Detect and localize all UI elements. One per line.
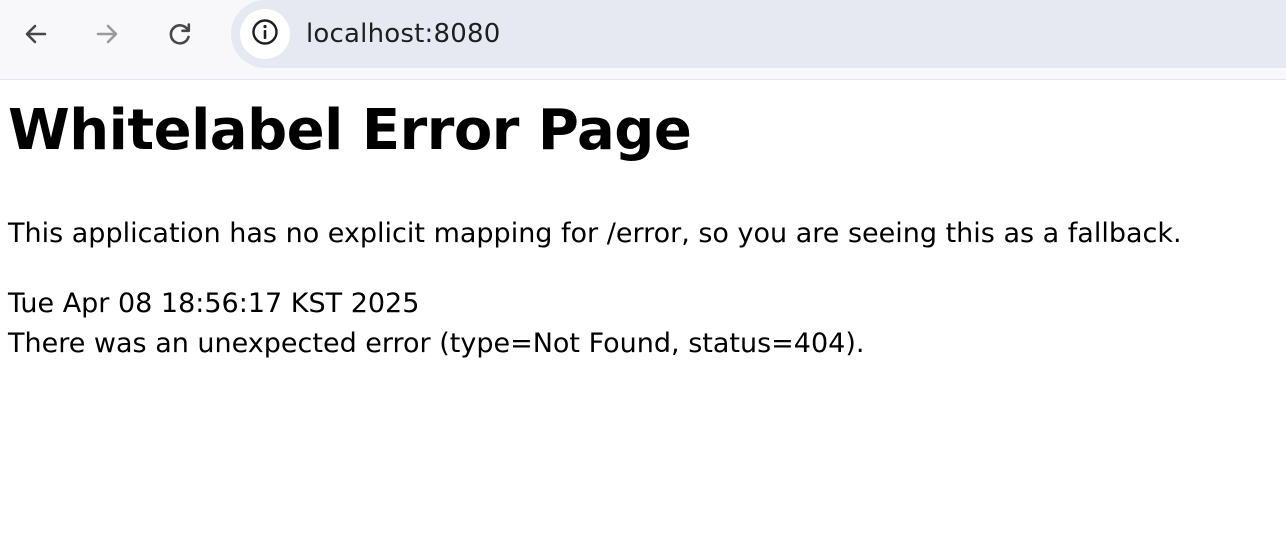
url-text[interactable]: localhost:8080 (306, 0, 500, 68)
arrow-right-icon (93, 20, 121, 48)
address-bar[interactable]: localhost:8080 (231, 0, 1286, 68)
back-button[interactable] (18, 16, 54, 52)
info-circle-icon (250, 17, 280, 51)
error-details: Tue Apr 08 18:56:17 KST 2025 There was a… (8, 284, 1278, 364)
error-timestamp: Tue Apr 08 18:56:17 KST 2025 (8, 288, 420, 319)
arrow-left-icon (22, 20, 50, 48)
reload-button[interactable] (162, 16, 198, 52)
page-title: Whitelabel Error Page (8, 98, 692, 163)
error-message: There was an unexpected error (type=Not … (8, 328, 865, 359)
page-content: Whitelabel Error Page This application h… (0, 96, 1286, 364)
browser-toolbar: localhost:8080 (0, 0, 1286, 80)
reload-icon (166, 20, 194, 48)
forward-button[interactable] (89, 16, 125, 52)
site-info-button[interactable] (240, 9, 290, 59)
error-explanation: This application has no explicit mapping… (8, 218, 1182, 249)
